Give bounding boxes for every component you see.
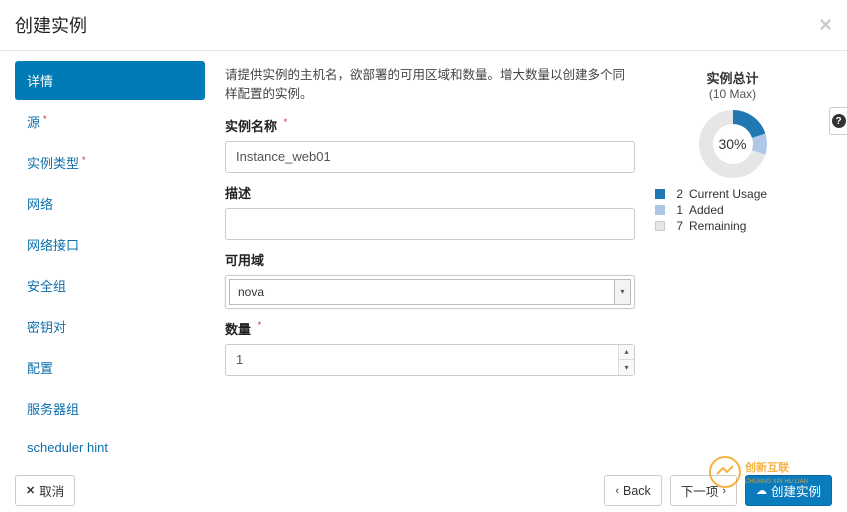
sidebar-item-label: 密钥对 [27,320,66,335]
sidebar-item-configuration[interactable]: 配置 [15,348,205,387]
legend-row-current: 2 Current Usage [655,187,810,201]
modal-title: 创建实例 [15,12,87,38]
sidebar-item-server-groups[interactable]: 服务器组 [15,389,205,428]
cloud-upload-icon: ☁ [756,484,767,497]
required-star-icon: * [258,320,262,330]
instance-name-input[interactable] [225,141,635,173]
instance-summary: 实例总计 (10 Max) 30% 2 Current Usage [655,66,810,481]
chevron-down-icon: ▾ [615,279,631,305]
wizard-sidebar: 详情 源* 实例类型* 网络 网络接口 安全组 密钥对 配置 服务器组 sche… [0,51,205,481]
modal-body: 详情 源* 实例类型* 网络 网络接口 安全组 密钥对 配置 服务器组 sche… [0,51,847,481]
modal-footer: ✕ 取消 ‹ Back 下一项 › ☁ 创建实例 [0,467,847,512]
close-icon[interactable]: × [819,14,832,36]
stepper-up-icon[interactable]: ▴ [619,345,634,361]
count-input[interactable] [225,344,635,376]
sidebar-item-label: 详情 [27,74,53,89]
help-icon: ? [832,114,846,128]
summary-title: 实例总计 [655,68,810,87]
sidebar-item-label: 网络接口 [27,238,79,253]
sidebar-item-scheduler-hint[interactable]: scheduler hint [15,430,205,465]
modal-header: 创建实例 × [0,0,847,51]
cancel-button[interactable]: ✕ 取消 [15,475,75,506]
usage-donut-chart: 30% [698,109,768,179]
legend-swatch-icon [655,205,665,215]
back-button-label: Back [623,484,651,498]
next-button-label: 下一项 [681,481,719,500]
sidebar-item-label: 安全组 [27,279,66,294]
create-instance-button[interactable]: ☁ 创建实例 [745,475,832,506]
legend-value: 7 [671,219,683,233]
sidebar-item-label: 实例类型 [27,156,79,171]
legend-swatch-icon [655,189,665,199]
availability-zone-value: nova [229,279,615,305]
donut-legend: 2 Current Usage 1 Added 7 Remaining [655,187,810,233]
required-star-icon: * [43,114,47,124]
sidebar-item-source[interactable]: 源* [15,102,205,141]
availability-zone-select[interactable]: nova ▾ [225,275,635,309]
legend-swatch-icon [655,221,665,231]
cancel-button-label: 取消 [39,481,64,500]
form-intro: 请提供实例的主机名，欲部署的可用区域和数量。增大数量以创建多个同样配置的实例。 [225,66,635,104]
back-button[interactable]: ‹ Back [604,475,661,506]
sidebar-item-label: 服务器组 [27,402,79,417]
sidebar-item-network-ports[interactable]: 网络接口 [15,225,205,264]
next-button[interactable]: 下一项 › [670,475,737,506]
description-label: 描述 [225,183,635,202]
help-tab[interactable]: ? [829,107,847,135]
sidebar-item-label: 源 [27,115,40,130]
legend-label: Current Usage [689,187,767,201]
sidebar-item-label: 网络 [27,197,53,212]
summary-max: (10 Max) [655,87,810,101]
legend-row-remaining: 7 Remaining [655,219,810,233]
sidebar-item-keypair[interactable]: 密钥对 [15,307,205,346]
form-left: 请提供实例的主机名，欲部署的可用区域和数量。增大数量以创建多个同样配置的实例。 … [225,66,635,481]
stepper-down-icon[interactable]: ▾ [619,360,634,375]
sidebar-item-label: 配置 [27,361,53,376]
instance-name-label: 实例名称 * [225,116,635,135]
sidebar-item-flavor[interactable]: 实例类型* [15,143,205,182]
description-input[interactable] [225,208,635,240]
required-star-icon: * [82,155,86,165]
legend-row-added: 1 Added [655,203,810,217]
legend-label: Remaining [689,219,746,233]
legend-label: Added [689,203,724,217]
required-star-icon: * [284,117,288,127]
sidebar-item-security-groups[interactable]: 安全组 [15,266,205,305]
donut-percent-text: 30% [698,109,768,179]
chevron-right-icon: › [722,485,726,497]
sidebar-item-details[interactable]: 详情 [15,61,205,100]
availability-zone-label: 可用域 [225,250,635,269]
sidebar-item-label: scheduler hint [27,440,108,455]
sidebar-item-network[interactable]: 网络 [15,184,205,223]
count-stepper: ▴ ▾ [618,345,634,375]
legend-value: 1 [671,203,683,217]
chevron-left-icon: ‹ [615,485,619,497]
count-label: 数量 * [225,319,635,338]
create-button-label: 创建实例 [771,481,821,500]
form-area: 请提供实例的主机名，欲部署的可用区域和数量。增大数量以创建多个同样配置的实例。 … [205,51,847,481]
footer-right-group: ‹ Back 下一项 › ☁ 创建实例 [604,475,832,506]
close-icon: ✕ [26,484,35,497]
legend-value: 2 [671,187,683,201]
